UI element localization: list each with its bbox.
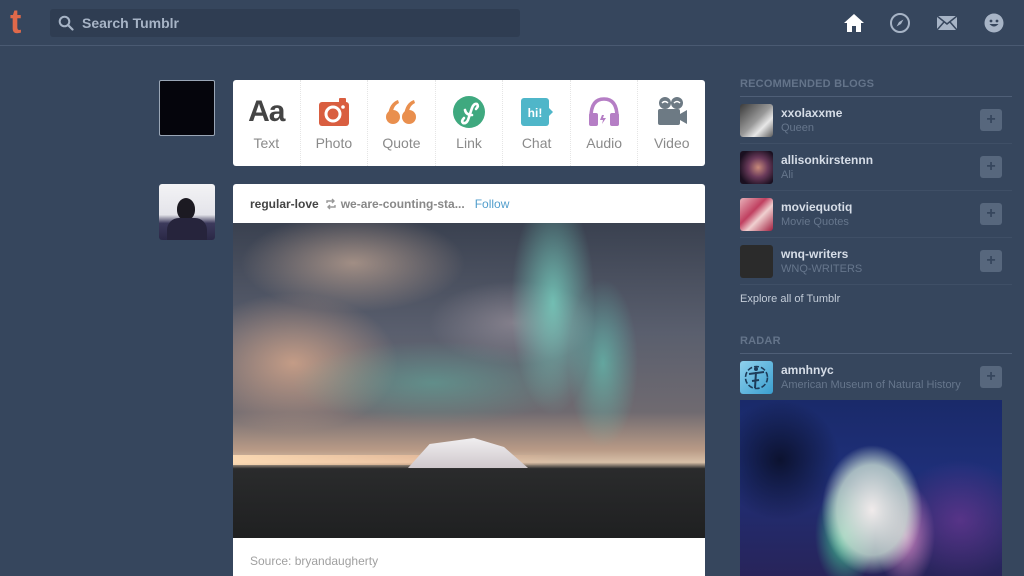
post-type-label: Link xyxy=(456,135,482,151)
recommended-blog-item[interactable]: xxolaxxme Queen + xyxy=(740,97,1012,144)
explore-all-link[interactable]: Explore all of Tumblr xyxy=(740,285,1012,321)
search-icon xyxy=(58,15,74,31)
dashboard-post: regular-love we-are-counting-sta... Foll… xyxy=(233,184,705,576)
recommended-blogs-title: RECOMMENDED BLOGS xyxy=(740,78,1012,97)
chat-icon: hi! xyxy=(520,98,553,126)
radar-photo-creature[interactable] xyxy=(740,400,1002,576)
reblog-source-link[interactable]: we-are-counting-sta... xyxy=(341,197,465,211)
post-type-label: Video xyxy=(653,135,690,151)
post-type-audio[interactable]: Audio xyxy=(571,80,639,166)
post-type-text[interactable]: Aa Text xyxy=(233,80,301,166)
blog-name[interactable]: moviequotiq xyxy=(781,200,852,214)
post-type-label: Quote xyxy=(382,135,421,151)
reblog-icon xyxy=(326,198,336,209)
follow-blog-button[interactable]: + xyxy=(980,250,1002,272)
blog-avatar[interactable] xyxy=(740,151,773,184)
blog-avatar[interactable] xyxy=(740,198,773,231)
post-author-link[interactable]: regular-love xyxy=(250,197,319,211)
recommended-blog-item[interactable]: allisonkirstennn Ali + xyxy=(740,144,1012,191)
radar-title: RADAR xyxy=(740,335,1012,354)
right-sidebar: RECOMMENDED BLOGS xxolaxxme Queen + alli… xyxy=(740,78,1012,402)
blog-description: Queen xyxy=(781,122,815,134)
follow-blog-button[interactable]: + xyxy=(980,156,1002,178)
home-icon[interactable] xyxy=(842,11,866,35)
follow-blog-button[interactable]: + xyxy=(980,366,1002,388)
follow-blog-button[interactable]: + xyxy=(980,203,1002,225)
inbox-mail-icon[interactable] xyxy=(935,11,959,35)
follow-button[interactable]: Follow xyxy=(475,197,510,211)
account-smiley-icon[interactable] xyxy=(982,11,1006,35)
blog-description: American Museum of Natural History xyxy=(781,379,961,391)
post-source[interactable]: Source: bryandaugherty xyxy=(250,554,378,568)
search-bar[interactable] xyxy=(50,9,520,37)
post-author-avatar[interactable] xyxy=(159,184,215,240)
blog-avatar[interactable] xyxy=(740,245,773,278)
post-type-label: Audio xyxy=(586,135,623,151)
blog-name[interactable]: amnhnyc xyxy=(781,363,834,377)
blog-avatar-amnh[interactable] xyxy=(740,361,773,394)
user-avatar[interactable] xyxy=(159,80,215,136)
new-post-bar: Aa Text Photo Quote Link hi! Chat Audio … xyxy=(233,80,705,166)
blog-name[interactable]: wnq-writers xyxy=(781,247,848,261)
post-type-chat[interactable]: hi! Chat xyxy=(503,80,571,166)
blog-description: Movie Quotes xyxy=(781,216,849,228)
recommended-blog-item[interactable]: wnq-writers WNQ-WRITERS + xyxy=(740,238,1012,285)
post-type-label: Photo xyxy=(315,135,353,151)
post-type-link[interactable]: Link xyxy=(436,80,504,166)
explore-compass-icon[interactable] xyxy=(888,11,912,35)
quote-icon xyxy=(386,100,417,124)
post-type-video[interactable]: Video xyxy=(638,80,705,166)
post-type-label: Chat xyxy=(521,135,552,151)
photo-snowy-mountain xyxy=(408,438,528,468)
radar-blog-item[interactable]: amnhnyc American Museum of Natural Histo… xyxy=(740,354,1012,402)
blog-description: WNQ-WRITERS xyxy=(781,263,863,275)
link-icon xyxy=(453,96,486,128)
video-camera-icon xyxy=(657,97,687,125)
headphones-icon xyxy=(589,97,620,126)
blog-description: Ali xyxy=(781,169,794,181)
tumblr-logo[interactable]: t xyxy=(10,4,21,40)
text-icon: Aa xyxy=(248,95,285,128)
svg-text:hi!: hi! xyxy=(527,106,542,120)
follow-blog-button[interactable]: + xyxy=(980,109,1002,131)
recommended-blog-item[interactable]: moviequotiq Movie Quotes + xyxy=(740,191,1012,238)
avatar-figure-body xyxy=(167,218,207,240)
top-header: t xyxy=(0,0,1024,46)
post-photo-aurora[interactable] xyxy=(233,223,705,538)
blog-name[interactable]: allisonkirstennn xyxy=(781,153,873,167)
post-type-photo[interactable]: Photo xyxy=(301,80,369,166)
camera-icon xyxy=(318,98,349,126)
avatar-figure-head xyxy=(177,198,195,220)
search-input[interactable] xyxy=(82,9,512,37)
blog-name[interactable]: xxolaxxme xyxy=(781,106,842,120)
blog-avatar[interactable] xyxy=(740,104,773,137)
post-type-label: Text xyxy=(253,135,280,151)
post-header: regular-love we-are-counting-sta... Foll… xyxy=(233,184,705,223)
post-type-quote[interactable]: Quote xyxy=(368,80,436,166)
